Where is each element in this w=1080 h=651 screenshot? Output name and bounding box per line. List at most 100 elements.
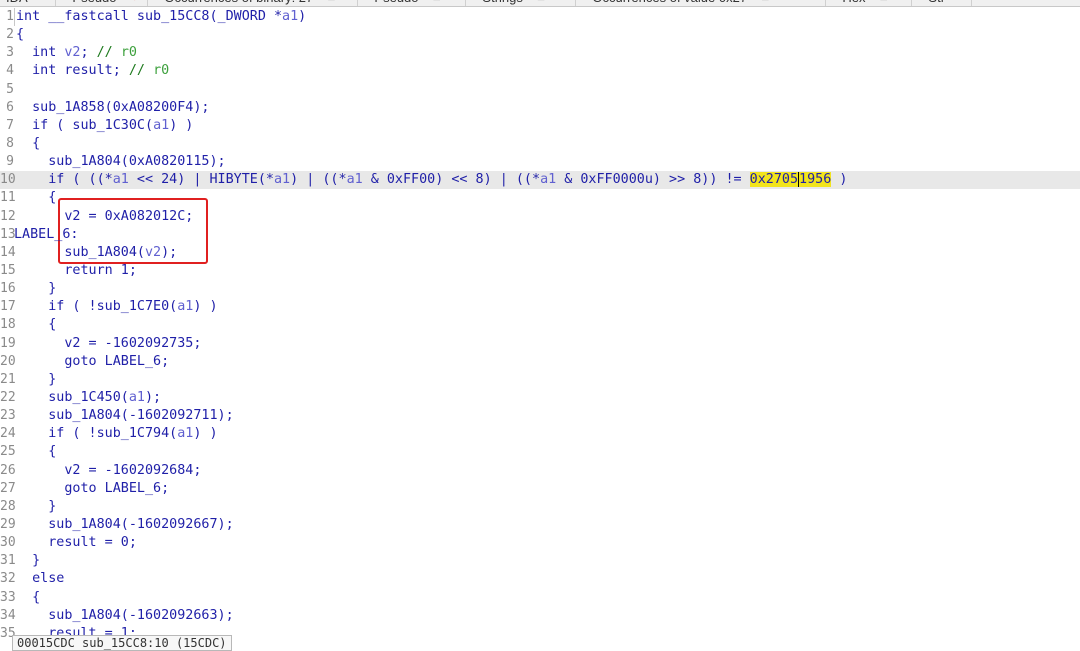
code-line[interactable]: 8 { — [0, 135, 1080, 153]
line-number: 12 — [0, 208, 16, 224]
code-text: sub_1A804(0xA0820115); — [16, 153, 226, 171]
code-text: { — [16, 135, 40, 153]
code-line[interactable]: 22 sub_1C450(a1); — [0, 389, 1080, 407]
close-icon[interactable]: ⊠ — [327, 0, 335, 6]
code-text: return 1; — [16, 262, 137, 280]
code-text: v2 = -1602092735; — [16, 335, 201, 353]
close-icon[interactable]: ⊠ — [880, 0, 888, 6]
tab-2[interactable]: ≡ Occurrences of binary: 27 ⊠ — [148, 0, 358, 6]
code-line[interactable]: 20 goto LABEL_6; — [0, 353, 1080, 371]
line-number: 17 — [0, 299, 16, 315]
document-icon: ≡ — [154, 0, 160, 6]
code-text: } — [16, 552, 40, 570]
code-text: if ( !sub_1C794(a1) ) — [16, 425, 217, 443]
code-line[interactable]: 28 } — [0, 498, 1080, 516]
code-segment: v2 = 0xA082012C; — [16, 208, 194, 224]
line-number: 8 — [6, 135, 14, 151]
close-icon[interactable]: ⊗ — [131, 0, 139, 6]
code-segment: } — [16, 281, 57, 297]
close-icon[interactable]: ⊠ — [537, 0, 545, 6]
code-line[interactable]: 11 { — [0, 189, 1080, 207]
code-text: } — [16, 498, 56, 516]
code-text: v2 = 0xA082012C; — [16, 208, 193, 226]
code-text: } — [16, 371, 56, 389]
code-line[interactable]: 33 { — [0, 589, 1080, 607]
line-number: 9 — [6, 154, 14, 170]
document-icon: ≡ — [918, 0, 924, 6]
code-line[interactable]: 7 if ( sub_1C30C(a1) ) — [0, 117, 1080, 135]
line-number: 30 — [0, 535, 16, 551]
code-segment: int v2; // — [16, 45, 113, 61]
tab-1[interactable]: ≡ Pseudo ⊗ — [56, 0, 148, 6]
code-line[interactable]: 9 sub_1A804(0xA0820115); — [0, 153, 1080, 171]
code-line[interactable]: 6 sub_1A858(0xA08200F4); — [0, 99, 1080, 117]
code-text: { — [16, 189, 56, 207]
code-line[interactable]: 24 if ( !sub_1C794(a1) ) — [0, 425, 1080, 443]
code-line[interactable]: 25 { — [0, 443, 1080, 461]
tab-5[interactable]: ≡ Occurrences of value 0x27 ⊠ — [576, 0, 826, 6]
code-line[interactable]: 1 int __fastcall sub_15CC8(_DWORD *a1) — [0, 8, 1080, 26]
register-comment: r0 — [120, 45, 137, 61]
tab-6[interactable]: ≡ Hex ⊠ — [826, 0, 912, 6]
code-line[interactable]: 14 sub_1A804(v2); — [0, 244, 1080, 262]
search-highlight: 0x2705 — [749, 172, 799, 188]
code-line[interactable]: 10 if ( ((*a1 << 24) | HIBYTE(*a1) | ((*… — [0, 171, 1080, 190]
tab-label: Occurrences of binary: 27 — [164, 0, 313, 6]
code-text: sub_1A804(-1602092663); — [16, 607, 234, 625]
code-line[interactable]: 27 goto LABEL_6; — [0, 480, 1080, 498]
code-line[interactable]: 31 } — [0, 552, 1080, 570]
close-icon[interactable]: ⊠ — [433, 0, 441, 6]
code-text: if ( sub_1C30C(a1) ) — [16, 117, 193, 135]
line-number: 34 — [0, 607, 16, 623]
code-line[interactable]: 29 sub_1A804(-1602092667); — [0, 516, 1080, 534]
code-text: sub_1A804(v2); — [16, 244, 177, 262]
code-line[interactable]: 12 v2 = 0xA082012C; — [0, 208, 1080, 226]
status-bar: 00015CDC sub_15CC8:10 (15CDC) — [0, 635, 1080, 651]
line-number: 3 — [6, 45, 14, 61]
code-line[interactable]: 23 sub_1A804(-1602092711); — [0, 407, 1080, 425]
code-line[interactable]: 15 return 1; — [0, 262, 1080, 280]
code-segment: int result; // — [16, 63, 145, 79]
code-text: int result; // r0 — [16, 62, 169, 80]
code-line[interactable]: 19 v2 = -1602092735; — [0, 335, 1080, 353]
code-text: else — [16, 570, 64, 588]
tab-4[interactable]: ≡ Strings ⊠ — [466, 0, 576, 6]
code-segment: sub_1A804(0xA0820115); — [16, 154, 226, 170]
line-number: 13 — [0, 226, 16, 242]
code-line[interactable]: 30 result = 0; — [0, 534, 1080, 552]
code-line[interactable]: 18 { — [0, 316, 1080, 334]
code-segment: { — [16, 589, 41, 605]
code-segment: { — [16, 317, 57, 333]
code-line[interactable]: 26 v2 = -1602092684; — [0, 462, 1080, 480]
line-number: 10 — [0, 172, 16, 188]
tab-3[interactable]: ≡ Pseudo ⊠ — [358, 0, 466, 6]
code-line[interactable]: 4 int result; // r0 — [0, 62, 1080, 80]
line-number: 31 — [0, 553, 16, 569]
code-line[interactable]: 3 int v2; // r0 — [0, 44, 1080, 62]
code-text: result = 0; — [16, 534, 137, 552]
close-icon[interactable]: ⊠ — [761, 0, 769, 6]
code-line[interactable]: 32 else — [0, 570, 1080, 588]
code-segment: v2 = -1602092735; — [16, 335, 202, 351]
code-line[interactable]: 34 sub_1A804(-1602092663); — [0, 607, 1080, 625]
line-number: 7 — [6, 117, 14, 133]
code-line[interactable]: 2{ — [0, 26, 1080, 44]
code-line[interactable]: 16 } — [0, 280, 1080, 298]
code-segment: } — [16, 553, 41, 569]
code-segment: sub_1A804(-1602092663); — [16, 607, 234, 623]
code-text: { — [16, 443, 56, 461]
pseudocode-view[interactable]: 1 int __fastcall sub_15CC8(_DWORD *a1) 2{3… — [0, 8, 1080, 643]
document-icon: ≡ — [582, 0, 588, 6]
tab-label: Hex — [842, 0, 865, 6]
code-line[interactable]: 17 if ( !sub_1C7E0(a1) ) — [0, 298, 1080, 316]
code-line[interactable]: 13 LABEL_6: — [0, 226, 1080, 244]
code-text: { — [16, 589, 40, 607]
code-text: } — [16, 280, 56, 298]
code-line[interactable]: 21 } — [0, 371, 1080, 389]
tab-7[interactable]: ≡ Str — [912, 0, 972, 6]
code-segment: sub_1C450(a1); — [16, 389, 162, 405]
code-line[interactable]: 5 — [0, 81, 1080, 99]
code-text: goto LABEL_6; — [16, 480, 169, 498]
tab-0[interactable]: IDA — [0, 0, 56, 6]
tab-label: Strings — [482, 0, 522, 6]
